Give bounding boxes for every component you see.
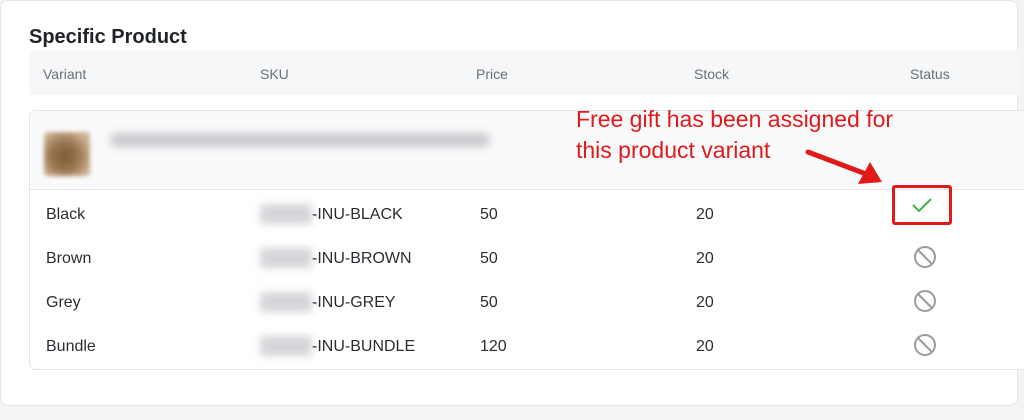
variant-price: 50 (480, 206, 498, 223)
sku-prefix-redacted (260, 336, 312, 356)
ban-icon[interactable] (912, 332, 938, 358)
table-header: Variant SKU Price Stock Status (29, 51, 1019, 95)
table-row: Bundle -INU-BUNDLE 120 20 (30, 325, 1024, 369)
variant-price: 120 (480, 338, 507, 355)
variant-name: Grey (46, 294, 81, 311)
variant-stock: 20 (696, 294, 714, 311)
variant-sku: -INU-BUNDLE (312, 338, 416, 355)
variant-sku: -INU-BROWN (312, 250, 412, 267)
ban-icon[interactable] (912, 244, 938, 270)
variant-price: 50 (480, 250, 498, 267)
annotation-line-1: Free gift has been assigned for (576, 106, 894, 132)
annotation-arrow-icon (805, 149, 882, 184)
variant-stock: 20 (696, 338, 714, 355)
variant-name: Bundle (46, 338, 96, 355)
variant-sku: -INU-BLACK (312, 206, 403, 223)
column-header-status: Status (910, 66, 950, 82)
product-name-redacted (110, 133, 490, 147)
table-row: Grey -INU-GREY 50 20 (30, 281, 1024, 325)
variant-stock: 20 (696, 206, 714, 223)
check-icon (912, 198, 932, 213)
variant-price: 50 (480, 294, 498, 311)
variant-name: Brown (46, 250, 92, 267)
column-header-price: Price (476, 66, 508, 82)
variant-stock: 20 (696, 250, 714, 267)
product-thumbnail (44, 132, 90, 176)
column-header-stock: Stock (694, 66, 730, 82)
sku-prefix-redacted (260, 292, 312, 312)
variant-sku: -INU-GREY (312, 294, 396, 311)
variant-name: Black (46, 206, 86, 223)
status-assigned-highlight[interactable] (892, 185, 952, 225)
column-header-sku: SKU (260, 66, 289, 82)
table-row: Black -INU-BLACK 50 20 (30, 185, 1024, 237)
section-title: Specific Product (29, 26, 187, 48)
sku-prefix-redacted (260, 248, 312, 268)
specific-product-card: Specific Product Variant SKU Price Stock… (0, 0, 1024, 406)
column-header-variant: Variant (43, 66, 87, 82)
ban-icon[interactable] (912, 288, 938, 314)
sku-prefix-redacted (260, 204, 312, 224)
table-row: Brown -INU-BROWN 50 20 (30, 237, 1024, 281)
